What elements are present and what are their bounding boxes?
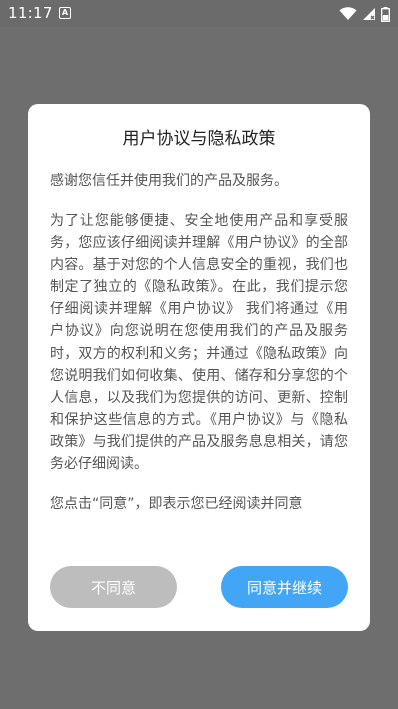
agree-continue-button[interactable]: 同意并继续 [221,566,348,608]
status-icons [339,4,390,24]
dialog-consent-text: 您点击“同意”，即表示您已经阅读并同意 [50,496,303,513]
signal-icon [363,8,375,20]
privacy-dialog: 用户协议与隐私政策 感谢您信任并使用我们的产品及服务。 为了让您能够便捷、安全地… [28,104,370,631]
dialog-title: 用户协议与隐私政策 [122,129,276,149]
dialog-body-text: 为了让您能够便捷、安全地使用产品和享受服务，您应该仔细阅读并理解《用户协议》的全… [50,213,348,473]
a-icon: A [59,7,71,19]
disagree-button[interactable]: 不同意 [50,566,177,608]
battery-icon [381,6,390,22]
status-time: 11:17 [8,4,53,22]
wifi-icon [339,7,357,20]
status-bar: 11:17 A [0,0,398,27]
dialog-intro-text: 感谢您信任并使用我们的产品及服务。 [50,173,288,189]
